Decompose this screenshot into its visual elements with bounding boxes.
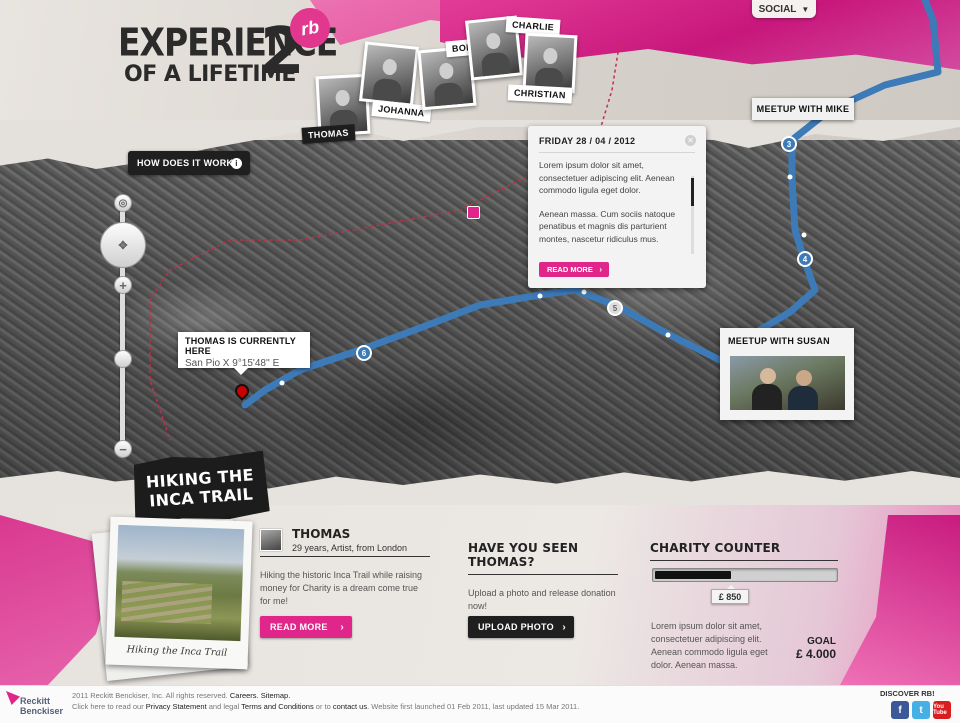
route-stop-3[interactable]: 3	[781, 136, 797, 152]
close-icon[interactable]: ✕	[685, 135, 696, 146]
blog-paragraph-1: Lorem ipsum dolor sit amet, consectetuer…	[539, 160, 675, 195]
hiker-photo-christian[interactable]	[522, 32, 578, 94]
privacy-link[interactable]: Privacy Statement	[146, 702, 207, 711]
info-icon: i	[231, 157, 242, 169]
route-stop-5[interactable]: 5	[607, 300, 623, 316]
youtube-icon[interactable]: You Tube	[933, 701, 951, 719]
blog-popup: FRIDAY 28 / 04 / 2012 ✕ Lorem ipsum dolo…	[528, 126, 706, 288]
meetup-susan-card[interactable]: MEETUP WITH SUSAN	[720, 328, 854, 420]
current-location-title: THOMAS IS CURRENTLY HERE	[185, 336, 296, 356]
current-location-tooltip: THOMAS IS CURRENTLY HERE San Pio X 9°15'…	[178, 332, 310, 375]
site-logo[interactable]: EXPERIENCE OF A LIFETIME 2 rb	[118, 4, 338, 100]
hiker-photo-johanna[interactable]	[359, 41, 419, 107]
hiker-image	[420, 49, 474, 107]
hiker-tag-christian[interactable]: CHRISTIAN	[507, 84, 573, 104]
read-more-button[interactable]: READ MORE ›	[260, 616, 352, 638]
charity-amount-badge: £ 850	[711, 585, 749, 604]
social-label: SOCIAL	[758, 3, 797, 15]
thomas-name: THOMAS	[292, 526, 351, 541]
map-zoom-control: ◎ ✥ + −	[100, 192, 146, 462]
contact-link[interactable]: contact us	[333, 702, 367, 711]
how-does-it-work-button[interactable]: HOW DOES IT WORK? i	[128, 151, 250, 175]
hiking-inca-trail-plate: HIKING THE INCA TRAIL	[131, 450, 270, 525]
blog-read-more-label: READ MORE	[547, 265, 593, 274]
blog-paragraph-2: Aenean massa. Cum sociis natoque penatib…	[539, 208, 676, 244]
blog-read-more-button[interactable]: READ MORE ›	[539, 262, 609, 277]
have-you-seen-text: Upload a photo and release donation now!	[468, 588, 616, 611]
careers-link[interactable]: Careers.	[230, 691, 259, 700]
facebook-icon[interactable]: f	[891, 701, 909, 719]
pan-control[interactable]: ✥	[100, 222, 146, 268]
meetup-mike-label[interactable]: MEETUP WITH MIKE	[752, 98, 854, 120]
blog-scrollbar[interactable]	[691, 176, 694, 254]
read-more-label: READ MORE	[270, 622, 328, 632]
hiker-image	[362, 44, 416, 104]
footer-line-1: 2011 Reckitt Benckiser, Inc. All rights …	[72, 690, 579, 701]
chevron-right-icon: ›	[340, 621, 344, 633]
logo-text-1: Reckitt	[20, 696, 51, 706]
sitemap-link[interactable]: Sitemap.	[261, 691, 291, 700]
upload-photo-button[interactable]: UPLOAD PHOTO ›	[468, 616, 574, 638]
chevron-right-icon: ›	[599, 265, 602, 274]
zoom-in-button[interactable]: +	[114, 276, 132, 294]
footer-legal-text: 2011 Reckitt Benckiser, Inc. All rights …	[72, 690, 579, 712]
footer-text-c: or to	[315, 702, 331, 711]
current-location-coords: San Pio X 9°15'48'' E	[185, 358, 280, 369]
zoom-slider-handle[interactable]	[114, 350, 132, 368]
polaroid-photo[interactable]: Hiking the Inca Trail	[105, 516, 253, 670]
message-marker-icon[interactable]	[467, 206, 480, 219]
social-icons: f t You Tube	[891, 701, 951, 719]
charity-progress-bar	[652, 568, 838, 582]
footer-text-b: and legal	[208, 702, 240, 711]
charity-counter-title: CHARITY COUNTER	[650, 527, 838, 561]
twitter-icon[interactable]: t	[912, 701, 930, 719]
locate-icon[interactable]: ◎	[114, 194, 132, 212]
have-you-seen-section: HAVE YOU SEEN THOMAS? Upload a photo and…	[468, 527, 618, 613]
how-label: HOW DOES IT WORK?	[137, 158, 240, 168]
avatar	[260, 528, 282, 551]
blog-text: Lorem ipsum dolor sit amet, consectetuer…	[539, 159, 689, 245]
footer-line-2: Click here to read our Privacy Statement…	[72, 701, 579, 712]
charity-counter-section: CHARITY COUNTER	[650, 527, 838, 561]
thomas-profile: THOMAS 29 years, Artist, from London Hik…	[260, 527, 430, 608]
route-stop-4[interactable]: 4	[797, 251, 813, 267]
thomas-description: Hiking the historic Inca Trail while rai…	[260, 570, 423, 606]
footer-text-d: . Website first launched 01 Feb 2011, la…	[367, 702, 580, 711]
chevron-down-icon: ▼	[801, 4, 810, 14]
social-dropdown[interactable]: SOCIAL ▼	[752, 0, 816, 18]
upload-photo-label: UPLOAD PHOTO	[478, 622, 554, 632]
polaroid-caption: Hiking the Inca Trail	[126, 644, 228, 659]
thomas-subtitle: 29 years, Artist, from London	[292, 542, 408, 553]
copyright-text: 2011 Reckitt Benckiser, Inc. All rights …	[72, 691, 228, 700]
rb-logo-mark-icon	[6, 691, 20, 705]
route-stop-6[interactable]: 6	[356, 345, 372, 361]
charity-progress-fill	[655, 571, 731, 579]
have-you-seen-title: HAVE YOU SEEN THOMAS?	[468, 527, 618, 575]
inca-trail-image	[114, 524, 245, 642]
logo-text-2: Benckiser	[20, 706, 64, 716]
footer-text-a: Click here to read our	[72, 702, 144, 711]
goal-value: £ 4.000	[795, 647, 836, 661]
reckitt-benckiser-logo[interactable]: Reckitt Benckiser	[6, 691, 66, 719]
footer: Reckitt Benckiser 2011 Reckitt Benckiser…	[0, 685, 960, 723]
meetup-susan-title: MEETUP WITH SUSAN	[728, 336, 830, 346]
terms-link[interactable]: Terms and Conditions	[241, 702, 314, 711]
blog-date: FRIDAY 28 / 04 / 2012	[539, 136, 695, 153]
zoom-out-button[interactable]: −	[114, 440, 132, 458]
goal-label: GOAL	[807, 636, 836, 647]
chevron-right-icon: ›	[562, 621, 566, 633]
charity-description: Lorem ipsum dolor sit amet, consectetuer…	[651, 621, 768, 670]
thomas-header: THOMAS 29 years, Artist, from London	[260, 527, 430, 557]
meetup-susan-photo	[730, 356, 845, 410]
discover-rb-label: DISCOVER RB!	[880, 689, 935, 698]
hiker-image	[525, 35, 575, 91]
